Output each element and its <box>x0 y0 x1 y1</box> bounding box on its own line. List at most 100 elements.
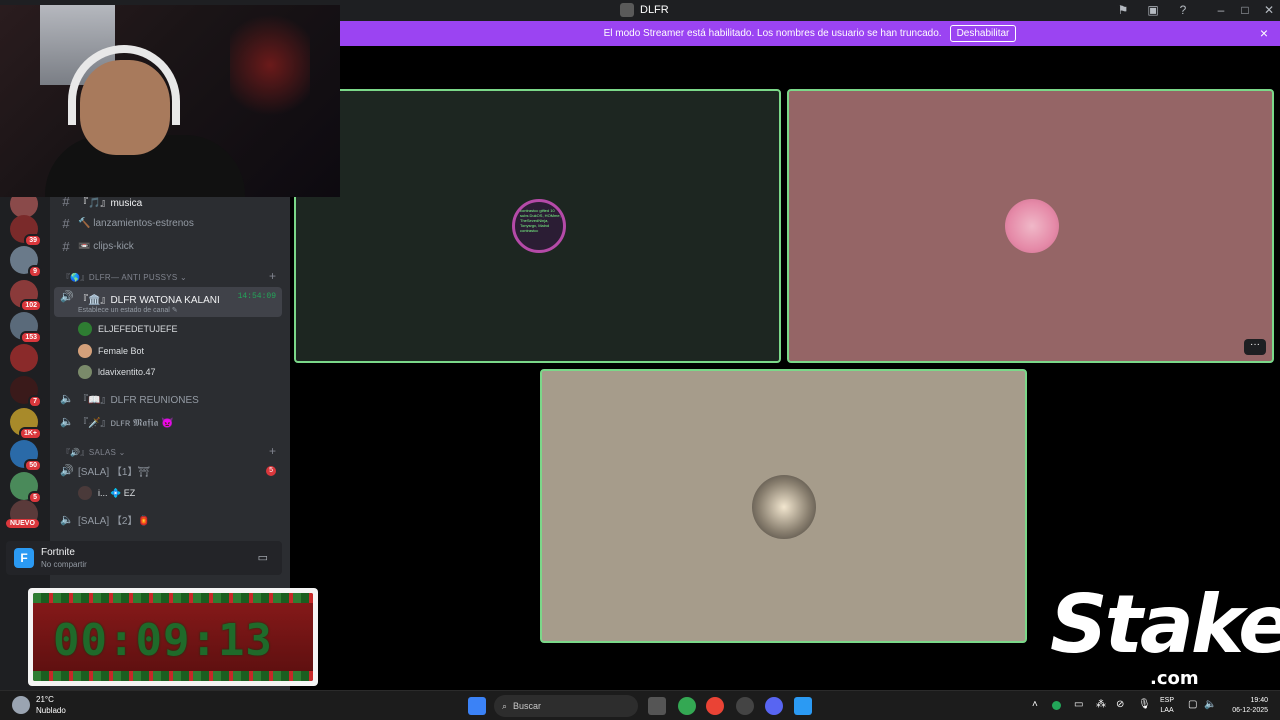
server-icon[interactable]: 39 <box>10 215 42 247</box>
server-icon[interactable]: 9 <box>10 246 42 278</box>
channel-lanzamientos[interactable]: # 🔨 lanzamientos-estrenos <box>60 214 194 232</box>
mention-badge: 102 <box>20 299 42 312</box>
mention-badge: 50 <box>24 459 42 472</box>
voice-channel-selected[interactable]: 🔊 『🏛️』DLFR WATONA KALANI 14:54:09 Establ… <box>54 287 282 317</box>
banner-close-icon[interactable]: × <box>1260 26 1268 40</box>
more-options-icon[interactable]: ··· <box>1244 339 1266 355</box>
add-channel-icon[interactable]: + <box>269 269 276 283</box>
mention-badge: 9 <box>28 265 42 278</box>
server-icon[interactable]: 102 <box>10 280 42 312</box>
search-box[interactable]: ⌕ Buscar <box>494 695 638 717</box>
server-icon[interactable]: 153 <box>10 312 42 344</box>
participant-avatar <box>1005 199 1059 253</box>
taskbar: 21°C Nublado ⌕ Buscar ˄ ▭ ⁂ ⊘ 🎙 ESP LAA … <box>0 690 1280 720</box>
avatar <box>78 322 92 336</box>
timer-panel: 00:09:13 <box>33 593 313 681</box>
voice-user[interactable]: ldavixentito.47 <box>78 365 156 379</box>
status-dot-icon[interactable] <box>1052 701 1061 710</box>
chrome-icon[interactable] <box>678 697 696 715</box>
screen-share-icon[interactable]: ▭ <box>258 551 268 564</box>
tray-icon[interactable]: ▭ <box>1074 699 1083 710</box>
fortnite-taskbar-icon[interactable] <box>794 697 812 715</box>
tray-icon[interactable]: ⁂ <box>1096 699 1106 710</box>
category-header[interactable]: 『🔊』SALAS ⌄ <box>62 447 126 458</box>
server-icon[interactable]: 7 <box>10 376 42 408</box>
server-icon[interactable]: 50 <box>10 440 42 472</box>
inbox-icon[interactable]: ⚑ <box>1116 3 1130 17</box>
avatar <box>78 365 92 379</box>
speaker-icon: 🔊 <box>60 464 74 477</box>
display-icon[interactable]: ▢ <box>1188 699 1197 710</box>
discord-icon[interactable] <box>765 697 783 715</box>
new-badge: NUEVO <box>6 519 39 528</box>
start-icon[interactable] <box>468 697 486 715</box>
webcam-overlay <box>0 5 340 197</box>
participant-avatar <box>752 475 816 539</box>
participant-tile[interactable] <box>540 369 1027 643</box>
channel-status-hint[interactable]: Establece un estado de canal ✎ <box>78 306 178 314</box>
add-channel-icon[interactable]: + <box>269 444 276 458</box>
chevron-up-icon[interactable]: ˄ <box>1032 699 1038 710</box>
voice-user-name: Female Bot <box>98 346 145 356</box>
minimize-icon[interactable]: – <box>1214 3 1228 17</box>
help-icon[interactable]: ? <box>1176 3 1190 17</box>
participant-avatar: contrastcc gifted 10 subs DukOS, HOMme, … <box>512 199 566 253</box>
voice-channel-mafia[interactable]: 🔈 『🗡️』ᴅʟꜰʀ 𝕸𝖆𝖋𝖎𝖆 👿 <box>60 412 174 430</box>
obs-icon[interactable] <box>736 697 754 715</box>
speaker-icon: 🔊 <box>60 291 74 303</box>
maximize-icon[interactable]: □ <box>1238 3 1252 17</box>
mention-badge: 39 <box>24 234 42 247</box>
voice-channel-sala-2[interactable]: 🔈 [SALA] 【2】🏮 <box>60 510 150 528</box>
speaker-icon: 🔈 <box>60 513 74 526</box>
voice-user[interactable]: ELJEFEDETUJEFE <box>78 322 178 336</box>
close-icon[interactable]: ✕ <box>1262 3 1276 17</box>
task-view-icon[interactable] <box>648 697 666 715</box>
lang-code: ESP <box>1160 697 1175 704</box>
voice-user-name: ELJEFEDETUJEFE <box>98 324 178 334</box>
server-icon[interactable]: 5 <box>10 472 42 504</box>
network-off-icon[interactable]: ⊘ <box>1116 699 1124 710</box>
voice-channel-reuniones[interactable]: 🔈 『📖』DLFR REUNIONES <box>60 389 199 407</box>
mic-icon[interactable]: 🎙 <box>1138 699 1151 710</box>
screen-icon[interactable]: ▣ <box>1146 3 1160 17</box>
speaker-icon: 🔈 <box>60 392 74 405</box>
background-light <box>230 5 310 125</box>
language-indicator[interactable]: ESP LAA <box>1160 696 1174 716</box>
stake-logo-suffix: .com <box>1150 668 1199 689</box>
weather-temp: 21°C <box>36 695 54 704</box>
cloud-icon <box>12 696 30 714</box>
hash-icon: # <box>62 215 70 231</box>
avatar-text: contrastcc gifted 10 subs DukOS, HOMme, … <box>520 208 561 233</box>
channel-label: 📼 clips-kick <box>78 240 134 252</box>
voice-user[interactable]: i... 💠 EZ <box>78 486 135 500</box>
activity-card[interactable]: F Fortnite No compartir ▭ <box>6 541 282 575</box>
speaker-icon: 🔈 <box>60 415 74 428</box>
mention-badge: 153 <box>20 331 42 344</box>
user-count-badge: 5 <box>266 466 276 476</box>
window-title-text: DLFR <box>640 4 669 16</box>
server-icon[interactable] <box>10 344 38 372</box>
weather-widget[interactable]: 21°C Nublado <box>12 694 66 716</box>
clock[interactable]: 19:40 06-12-2025 <box>1226 696 1268 716</box>
channel-label: [SALA] 【2】🏮 <box>78 515 150 527</box>
clock-time: 19:40 <box>1250 697 1268 704</box>
participant-tile[interactable]: contrastcc gifted 10 subs DukOS, HOMme, … <box>294 89 781 363</box>
voice-channel-name: 『🏛️』DLFR WATONA KALANI <box>78 295 220 306</box>
disable-streamer-button[interactable]: Deshabilitar <box>949 25 1017 42</box>
avatar <box>78 486 92 500</box>
volume-icon[interactable]: 🔈 <box>1204 699 1216 710</box>
channel-clips-kick[interactable]: # 📼 clips-kick <box>60 237 134 255</box>
channel-label: 🔨 lanzamientos-estrenos <box>78 217 194 229</box>
category-header[interactable]: 『🌎』DLFR— ANTI PUSSYS ⌄ <box>62 272 187 283</box>
activity-status: No compartir <box>41 560 87 569</box>
server-icon[interactable]: 1K+ <box>10 408 42 440</box>
timer-digits: 00:09:13 <box>53 615 273 666</box>
voice-channel-sala-1[interactable]: 🔊 [SALA] 【1】⛩ <box>60 461 150 479</box>
lang-layout: LAA <box>1160 707 1174 714</box>
participant-tile[interactable]: ··· <box>787 89 1274 363</box>
avatar <box>78 344 92 358</box>
search-icon: ⌕ <box>502 700 508 711</box>
chrome-icon[interactable] <box>706 697 724 715</box>
hash-icon: # <box>62 238 70 254</box>
voice-user[interactable]: Female Bot <box>78 344 144 358</box>
